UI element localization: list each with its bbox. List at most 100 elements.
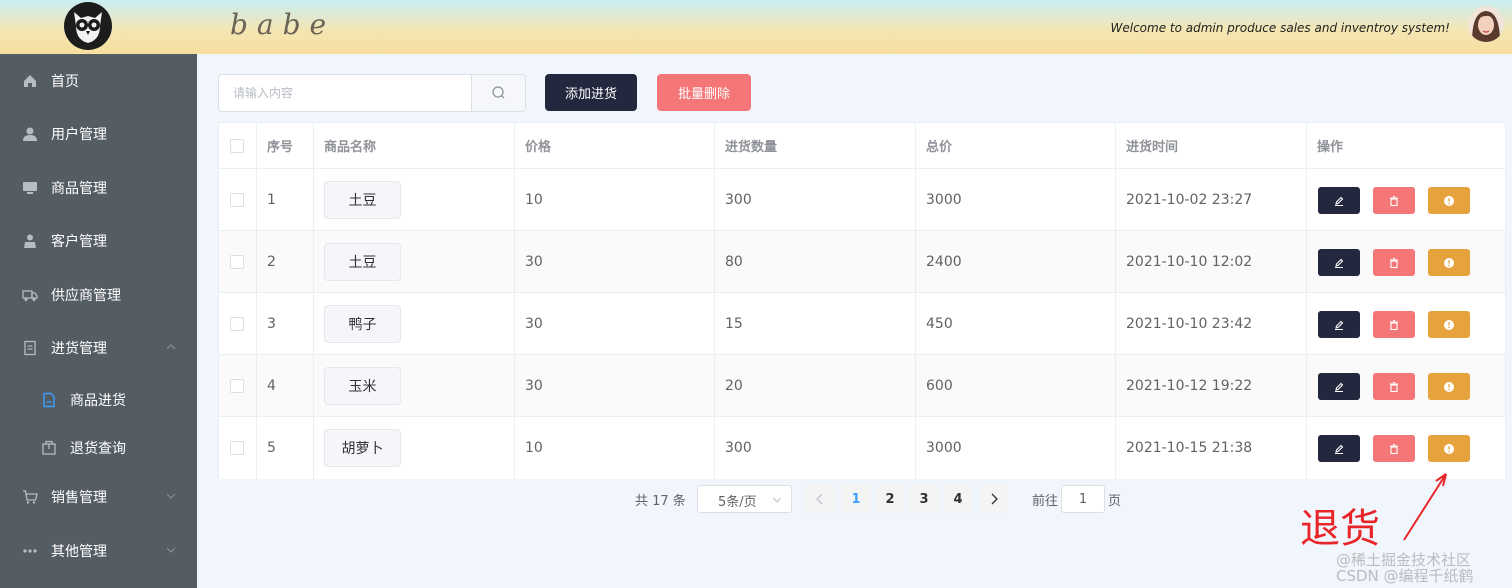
search-box <box>218 74 526 112</box>
add-purchase-button[interactable]: 添加进货 <box>545 74 637 111</box>
product-name-tag: 鸭子 <box>324 304 401 343</box>
sidebar-item-home[interactable]: 首页 <box>0 54 197 107</box>
cell-actions <box>1307 231 1505 292</box>
more-icon <box>23 549 37 553</box>
cell-price: 30 <box>515 293 715 354</box>
edit-icon <box>1335 258 1344 268</box>
sidebar-item-others[interactable]: 其他管理 <box>0 524 197 577</box>
edit-button[interactable] <box>1318 187 1360 214</box>
sidebar-item-purchase[interactable]: 进货管理 <box>0 321 197 374</box>
page-number[interactable]: 1 <box>842 485 870 513</box>
page-number[interactable]: 4 <box>944 485 972 513</box>
edit-button[interactable] <box>1318 249 1360 276</box>
page-number[interactable]: 3 <box>910 485 938 513</box>
delete-button[interactable] <box>1373 249 1415 276</box>
page-number[interactable]: 2 <box>876 485 904 513</box>
delete-button[interactable] <box>1373 373 1415 400</box>
cell-time: 2021-10-15 21:38 <box>1116 417 1307 479</box>
product-name-tag: 玉米 <box>324 366 401 405</box>
header-name: 商品名称 <box>314 123 515 168</box>
search-button[interactable] <box>471 75 525 111</box>
prev-page-button[interactable] <box>806 485 834 513</box>
row-checkbox[interactable] <box>230 254 244 269</box>
user-icon <box>23 127 37 141</box>
cell-quantity: 15 <box>715 293 916 354</box>
user-avatar[interactable] <box>1468 6 1504 42</box>
delete-button[interactable] <box>1373 311 1415 338</box>
home-icon <box>24 75 36 87</box>
sidebar-item-users[interactable]: 用户管理 <box>0 107 197 160</box>
pagination-total: 共 17 条 <box>635 494 686 509</box>
trash-icon <box>1390 195 1398 206</box>
return-button[interactable] <box>1428 435 1470 462</box>
monitor-icon <box>23 182 37 194</box>
cell-price: 10 <box>515 417 715 479</box>
cell-price: 30 <box>515 231 715 292</box>
return-button[interactable] <box>1428 373 1470 400</box>
cell-name: 鸭子 <box>314 293 515 354</box>
sidebar-subitem-return-query[interactable]: 退货查询 <box>0 421 197 474</box>
customer-icon <box>24 234 36 248</box>
cell-time: 2021-10-10 23:42 <box>1116 293 1307 354</box>
select-all-checkbox[interactable] <box>230 138 244 153</box>
row-select-cell <box>219 293 257 354</box>
product-name-tag: 胡萝卜 <box>324 429 401 467</box>
cell-time: 2021-10-12 19:22 <box>1116 355 1307 416</box>
cell-index: 3 <box>257 293 314 354</box>
owl-logo[interactable] <box>64 2 112 50</box>
sidebar-menu: 首页 用户管理 商品管理 客户管理 供应商管理 进货管理 商品进货 退货查询 销… <box>0 54 197 588</box>
cell-actions <box>1307 169 1505 230</box>
delete-button[interactable] <box>1373 435 1415 462</box>
product-name-tag: 土豆 <box>324 242 401 281</box>
edit-icon <box>1335 320 1344 330</box>
cell-actions <box>1307 417 1505 479</box>
row-checkbox[interactable] <box>230 441 244 455</box>
edit-button[interactable] <box>1318 435 1360 462</box>
row-checkbox[interactable] <box>230 192 244 207</box>
trash-icon <box>1390 443 1398 454</box>
row-checkbox[interactable] <box>230 378 244 393</box>
chevron-down-icon <box>166 493 176 499</box>
table-row: 5 胡萝卜 10 300 3000 2021-10-15 21:38 <box>219 417 1505 479</box>
return-button[interactable] <box>1428 249 1470 276</box>
batch-delete-button[interactable]: 批量删除 <box>657 74 751 111</box>
goto-label: 前往 <box>1032 494 1059 509</box>
purchase-table: 序号 商品名称 价格 进货数量 总价 进货时间 操作 1 土豆 10 300 3… <box>218 122 1506 479</box>
goto-page-input[interactable] <box>1061 485 1105 513</box>
sidebar-item-customers[interactable]: 客户管理 <box>0 214 197 267</box>
header-total: 总价 <box>916 123 1116 168</box>
next-page-button[interactable] <box>980 485 1008 513</box>
table-row: 4 玉米 30 20 600 2021-10-12 19:22 <box>219 355 1505 417</box>
return-button[interactable] <box>1428 187 1470 214</box>
sidebar-item-label: 用户管理 <box>51 127 107 143</box>
sidebar-item-label: 销售管理 <box>51 490 107 506</box>
sidebar-subitem-product-purchase[interactable]: 商品进货 <box>0 373 197 426</box>
brand-title: babe <box>230 8 336 41</box>
cell-total: 3000 <box>916 417 1116 479</box>
sidebar-item-products[interactable]: 商品管理 <box>0 161 197 214</box>
cell-name: 胡萝卜 <box>314 417 515 479</box>
return-button[interactable] <box>1428 311 1470 338</box>
row-checkbox[interactable] <box>230 316 244 331</box>
cell-total: 2400 <box>916 231 1116 292</box>
row-select-cell <box>219 169 257 230</box>
cell-quantity: 300 <box>715 169 916 230</box>
cell-total: 600 <box>916 355 1116 416</box>
header-select-cell <box>219 123 257 168</box>
edit-button[interactable] <box>1318 311 1360 338</box>
edit-icon <box>1335 196 1344 206</box>
delete-button[interactable] <box>1373 187 1415 214</box>
edit-button[interactable] <box>1318 373 1360 400</box>
page-size-select[interactable]: 5条/页 <box>697 485 792 513</box>
cell-total: 3000 <box>916 169 1116 230</box>
file-icon <box>43 392 55 408</box>
cell-quantity: 20 <box>715 355 916 416</box>
sidebar-item-sales[interactable]: 销售管理 <box>0 470 197 523</box>
alert-icon <box>1444 381 1454 392</box>
box-icon <box>42 440 56 455</box>
edit-icon <box>1335 444 1344 454</box>
sidebar-item-suppliers[interactable]: 供应商管理 <box>0 268 197 321</box>
trash-icon <box>1390 381 1398 392</box>
header-index: 序号 <box>257 123 314 168</box>
search-input[interactable] <box>219 75 471 111</box>
